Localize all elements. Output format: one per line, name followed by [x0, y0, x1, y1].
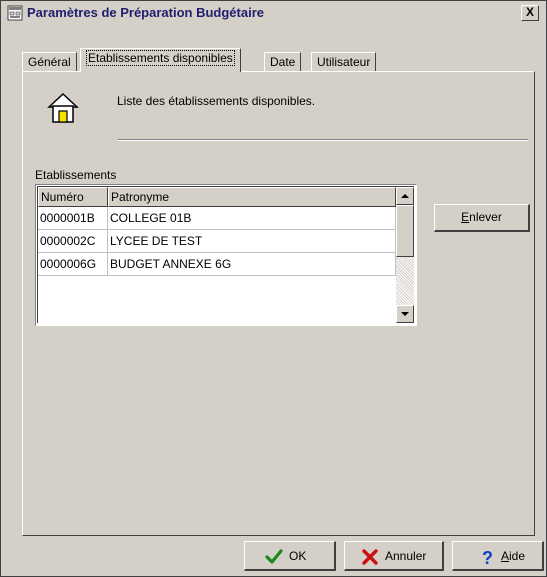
ok-label: OK [289, 549, 307, 563]
remove-button[interactable]: Enlever [434, 204, 530, 232]
dialog-window: Paramètres de Préparation Budgétaire X G… [0, 0, 547, 577]
tab-general-label: Général [28, 55, 71, 69]
panel-description: Liste des établissements disponibles. [117, 94, 316, 108]
column-header-numero[interactable]: Numéro [38, 187, 108, 207]
ok-button[interactable]: OK [244, 541, 336, 571]
close-icon: X [525, 5, 534, 19]
scroll-up-button[interactable] [396, 187, 414, 205]
tab-date-label: Date [270, 55, 296, 69]
scroll-down-button[interactable] [396, 305, 414, 323]
title-bar[interactable]: Paramètres de Préparation Budgétaire X [2, 2, 545, 24]
cancel-label: Annuler [385, 549, 427, 563]
tab-panel: Liste des établissements disponibles. Et… [22, 71, 535, 536]
cell-patronyme: LYCEE DE TEST [108, 230, 396, 253]
tab-utilisateur-label: Utilisateur [317, 55, 371, 69]
etablissements-label: Etablissements [35, 168, 117, 182]
help-button[interactable]: ? Aide [452, 541, 544, 571]
tab-date[interactable]: Date [264, 52, 302, 71]
cell-numero: 0000002C [38, 230, 108, 253]
cell-patronyme: BUDGET ANNEXE 6G [108, 253, 396, 276]
scroll-down-arrow-icon [401, 312, 409, 316]
table-row[interactable]: 0000006G BUDGET ANNEXE 6G [38, 253, 396, 276]
separator [118, 139, 528, 141]
vertical-scrollbar[interactable] [396, 187, 414, 323]
tab-utilisateur[interactable]: Utilisateur [311, 52, 377, 71]
cancel-button[interactable]: Annuler [344, 541, 444, 571]
etablissements-list[interactable]: Numéro Patronyme 0000001B COLLEGE 01B 00… [35, 184, 417, 326]
window-title: Paramètres de Préparation Budgétaire [27, 5, 264, 20]
cell-numero: 0000001B [38, 207, 108, 230]
column-header-patronyme[interactable]: Patronyme [108, 187, 396, 207]
table-row[interactable]: 0000002C LYCEE DE TEST [38, 230, 396, 253]
help-label: ide [509, 549, 526, 563]
list-header: Numéro Patronyme [38, 187, 396, 207]
properties-icon [7, 5, 23, 21]
question-icon: ? [482, 548, 493, 566]
house-icon [47, 92, 79, 123]
tab-general[interactable]: Général [22, 52, 77, 71]
tab-etablissements-disponibles[interactable]: Etablissements disponibles [80, 48, 241, 72]
remove-label: nlever [469, 210, 502, 224]
svg-text:?: ? [482, 548, 493, 566]
check-icon [265, 549, 283, 564]
scroll-up-arrow-icon [401, 194, 409, 198]
help-accel: A [501, 549, 510, 563]
scroll-thumb[interactable] [396, 205, 414, 257]
remove-accel: E [461, 210, 470, 224]
cell-numero: 0000006G [38, 253, 108, 276]
cell-patronyme: COLLEGE 01B [108, 207, 396, 230]
close-button[interactable]: X [521, 5, 539, 21]
tab-etablissements-label: Etablissements disponibles [86, 50, 235, 66]
x-cross-icon [362, 549, 378, 565]
table-row[interactable]: 0000001B COLLEGE 01B [38, 207, 396, 230]
